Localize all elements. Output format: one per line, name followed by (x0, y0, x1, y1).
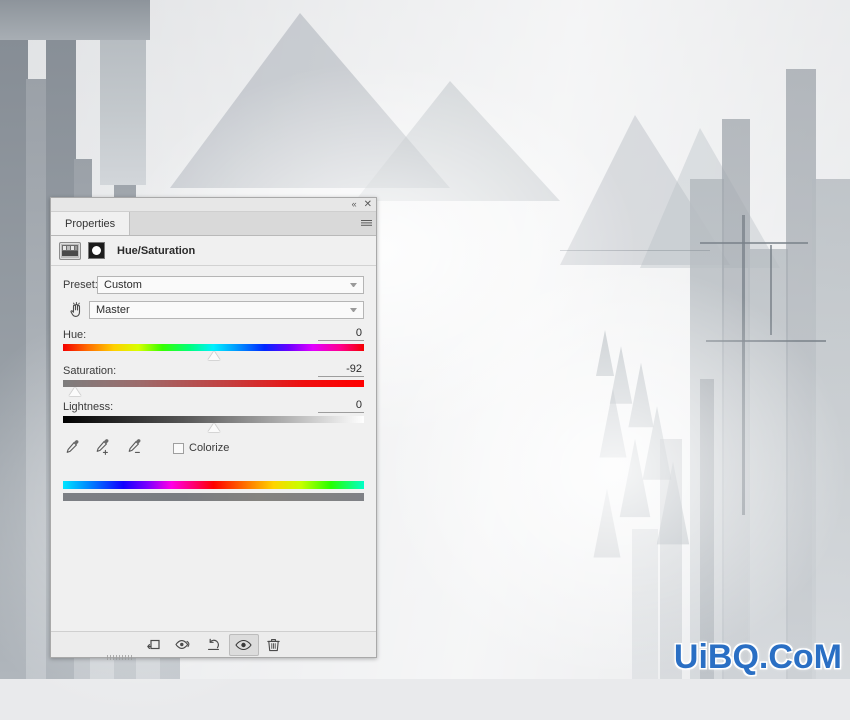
power-line (770, 245, 772, 335)
hue-value[interactable]: 0 (318, 327, 364, 341)
properties-panel[interactable]: « ✕ Properties Hue/Saturation Preset: Cu… (50, 197, 377, 660)
hue-saturation-icon[interactable] (59, 241, 81, 260)
panel-title-strip: « ✕ (51, 198, 376, 212)
colorize-label: Colorize (189, 442, 230, 454)
eyedropper-sample-icon[interactable] (63, 438, 80, 458)
hue-spectrum-after-bar[interactable] (63, 493, 364, 501)
saturation-slider-block: Saturation: -92 (63, 363, 364, 396)
saturation-label: Saturation: (63, 365, 117, 377)
channel-row: Master (63, 301, 364, 319)
view-previous-state-button[interactable] (169, 634, 199, 656)
on-image-adjustment-hand-icon[interactable] (63, 302, 89, 318)
channel-value: Master (96, 304, 130, 316)
panel-tab-row: Properties (51, 212, 376, 236)
tree (656, 461, 690, 545)
clip-to-layer-button[interactable] (139, 634, 169, 656)
preset-row: Preset: Custom (63, 276, 364, 294)
power-line (700, 242, 808, 244)
mountain-peak (355, 78, 560, 201)
chevron-down-icon (350, 283, 357, 287)
spectrum-bars (63, 481, 364, 501)
adjustment-title: Hue/Saturation (117, 244, 196, 257)
lightness-gradient-bar (63, 416, 364, 423)
panel-menu-icon[interactable] (356, 212, 376, 235)
building (0, 39, 28, 679)
hue-label: Hue: (63, 329, 87, 341)
hue-gradient-bar (63, 344, 364, 351)
colorize-checkbox[interactable] (173, 442, 184, 454)
saturation-gradient-bar (63, 380, 364, 387)
tree (619, 438, 651, 518)
building (100, 25, 146, 185)
eyedropper-row: Colorize (63, 437, 364, 459)
building (812, 179, 850, 679)
lightness-slider[interactable] (63, 416, 364, 432)
tab-properties[interactable]: Properties (51, 212, 131, 235)
reset-button[interactable] (199, 634, 229, 656)
lightness-slider-head: Lightness: 0 (63, 399, 364, 413)
adjustment-header: Hue/Saturation (51, 236, 376, 266)
building (26, 79, 48, 679)
watermark-text: UiBQ.CoM (673, 638, 842, 676)
panel-resize-grip[interactable] (107, 655, 133, 660)
panel-body: Preset: Custom Master Hue: 0 Saturation:… (51, 266, 376, 605)
building (748, 249, 788, 679)
lightness-value[interactable]: 0 (318, 399, 364, 413)
building (722, 119, 750, 679)
lightness-label: Lightness: (63, 401, 114, 413)
channel-select[interactable]: Master (89, 301, 364, 319)
hue-spectrum-before-bar[interactable] (63, 481, 364, 489)
delete-button[interactable] (259, 634, 289, 656)
tree (593, 488, 621, 558)
building (0, 0, 150, 40)
lightness-slider-thumb[interactable] (207, 423, 220, 432)
preset-select[interactable]: Custom (97, 276, 364, 294)
eyedropper-subtract-icon[interactable] (125, 437, 144, 459)
close-icon[interactable]: ✕ (364, 199, 372, 210)
lightness-slider-block: Lightness: 0 (63, 399, 364, 432)
toggle-visibility-button[interactable] (228, 633, 259, 656)
eyedropper-add-icon[interactable] (93, 437, 112, 459)
saturation-slider-thumb[interactable] (69, 387, 82, 396)
preset-label: Preset: (63, 279, 98, 291)
power-line (706, 340, 826, 342)
hue-slider[interactable] (63, 344, 364, 360)
saturation-value[interactable]: -92 (318, 363, 364, 377)
chevron-down-icon (350, 308, 357, 312)
layer-mask-thumbnail[interactable] (88, 242, 105, 259)
building (700, 379, 714, 679)
hue-slider-head: Hue: 0 (63, 327, 364, 341)
hue-slider-block: Hue: 0 (63, 327, 364, 360)
building (632, 529, 658, 679)
panel-footer-toolbar (51, 631, 376, 660)
hue-slider-thumb[interactable] (207, 351, 220, 360)
power-line (560, 250, 710, 251)
antenna-mast (742, 215, 745, 515)
preset-value: Custom (104, 279, 142, 291)
colorize-checkbox-group[interactable]: Colorize (173, 442, 229, 454)
saturation-slider[interactable] (63, 380, 364, 396)
saturation-slider-head: Saturation: -92 (63, 363, 364, 377)
collapse-icon[interactable]: « (352, 200, 357, 209)
